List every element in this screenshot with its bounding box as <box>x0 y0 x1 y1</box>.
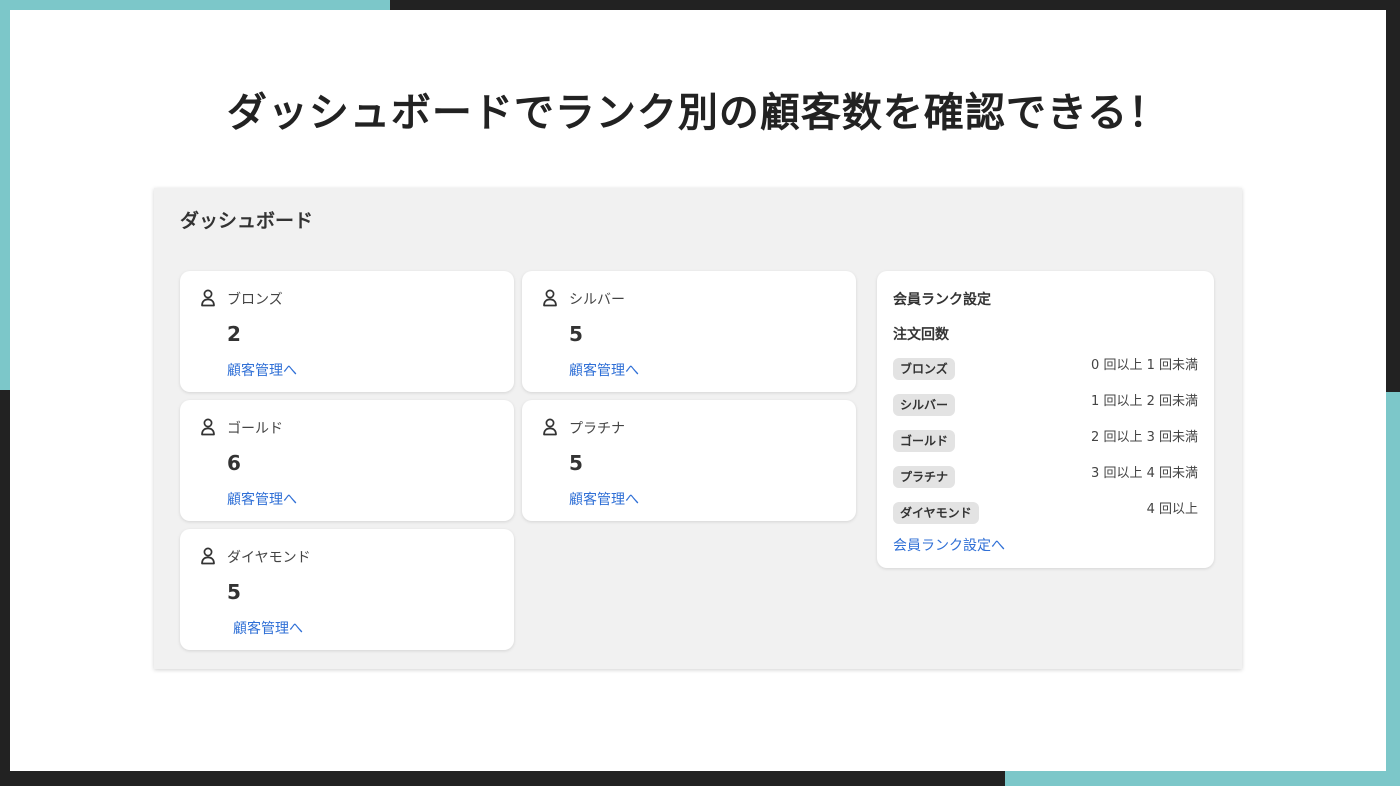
rank-range: 2 回以上 3 回未満 <box>1091 430 1198 445</box>
person-icon <box>201 418 215 436</box>
rank-rule-row: プラチナ 3 回以上 4 回未満 <box>893 466 1198 490</box>
person-icon <box>543 418 557 436</box>
dashboard-panel: ダッシュボード ブロンズ 2 顧客管理へ シルバー 5 顧客管理へ ゴールド 6… <box>154 188 1242 669</box>
rank-card-name: ブロンズ <box>227 292 283 308</box>
rank-rule-row: ブロンズ 0 回以上 1 回未満 <box>893 358 1198 382</box>
slide: ダッシュボードでランク別の顧客数を確認できる！ ダッシュボード ブロンズ 2 顧… <box>10 10 1386 771</box>
customer-count: 5 <box>569 322 583 346</box>
person-icon <box>201 289 215 307</box>
customer-management-link[interactable]: 顧客管理へ <box>569 489 639 509</box>
rank-rule-row: シルバー 1 回以上 2 回未満 <box>893 394 1198 418</box>
rank-card-diamond: ダイヤモンド 5 顧客管理へ <box>180 529 514 650</box>
customer-count: 5 <box>569 451 583 475</box>
rank-settings-title: 会員ランク設定 <box>893 292 991 308</box>
customer-count: 2 <box>227 322 241 346</box>
order-count-heading: 注文回数 <box>893 327 949 343</box>
customer-management-link[interactable]: 顧客管理へ <box>227 360 297 380</box>
rank-settings-link[interactable]: 会員ランク設定へ <box>893 535 1005 555</box>
customer-count: 5 <box>227 580 241 604</box>
rank-badge: シルバー <box>893 394 956 416</box>
customer-management-link[interactable]: 顧客管理へ <box>233 618 303 638</box>
rank-badge: プラチナ <box>893 466 956 488</box>
rank-badge: ゴールド <box>893 430 956 452</box>
rank-card-bronze: ブロンズ 2 顧客管理へ <box>180 271 514 392</box>
customer-management-link[interactable]: 顧客管理へ <box>569 360 639 380</box>
rank-rule-row: ダイヤモンド 4 回以上 <box>893 502 1198 526</box>
slide-headline: ダッシュボードでランク別の顧客数を確認できる！ <box>226 90 1170 136</box>
rank-badge: ダイヤモンド <box>893 502 979 524</box>
rank-card-name: シルバー <box>569 292 625 308</box>
rank-card-name: ダイヤモンド <box>227 550 311 566</box>
person-icon <box>201 547 215 565</box>
rank-rule-row: ゴールド 2 回以上 3 回未満 <box>893 430 1198 454</box>
customer-management-link[interactable]: 顧客管理へ <box>227 489 297 509</box>
rank-range: 0 回以上 1 回未満 <box>1091 358 1198 373</box>
rank-range: 4 回以上 <box>1146 502 1198 517</box>
rank-card-name: ゴールド <box>227 421 283 437</box>
person-icon <box>543 289 557 307</box>
rank-card-platinum: プラチナ 5 顧客管理へ <box>522 400 856 521</box>
rank-settings-card: 会員ランク設定 注文回数 ブロンズ 0 回以上 1 回未満 シルバー 1 回以上… <box>877 271 1214 568</box>
rank-card-silver: シルバー 5 顧客管理へ <box>522 271 856 392</box>
rank-card-gold: ゴールド 6 顧客管理へ <box>180 400 514 521</box>
rank-card-name: プラチナ <box>569 421 625 437</box>
customer-count: 6 <box>227 451 241 475</box>
rank-range: 3 回以上 4 回未満 <box>1091 466 1198 481</box>
rank-range: 1 回以上 2 回未満 <box>1091 394 1198 409</box>
dashboard-title: ダッシュボード <box>180 210 314 232</box>
rank-badge: ブロンズ <box>893 358 955 380</box>
